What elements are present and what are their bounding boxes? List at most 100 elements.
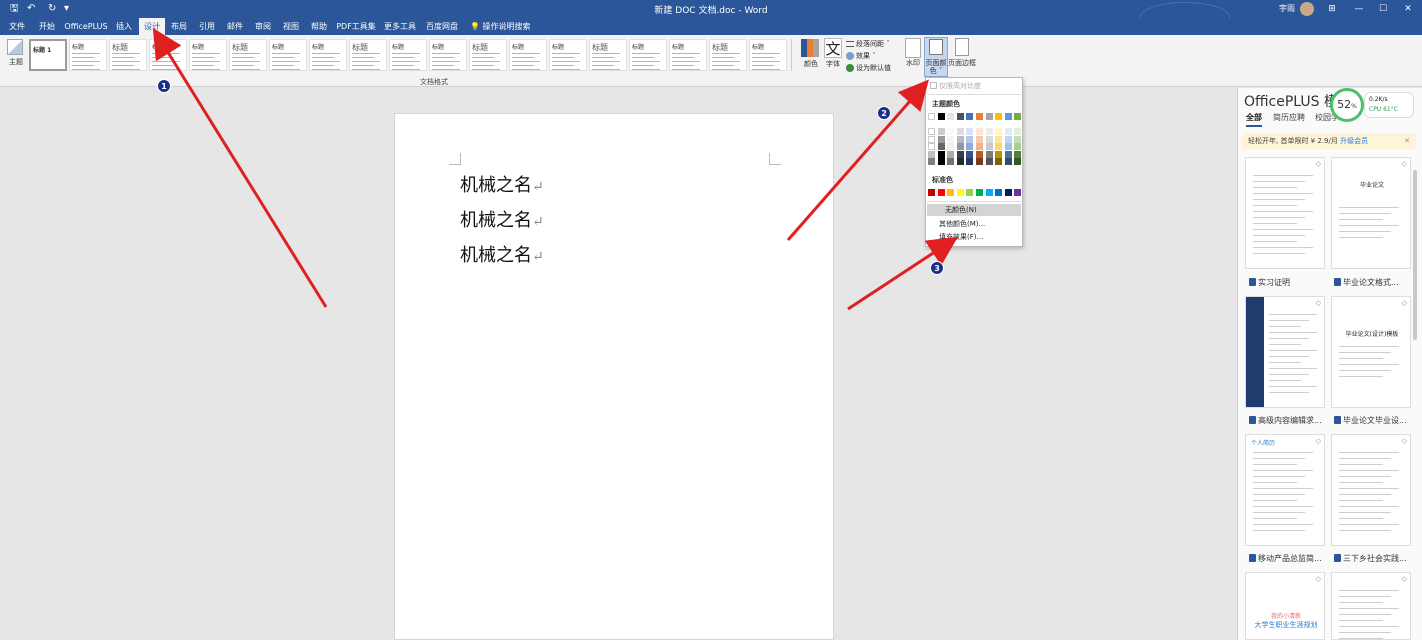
- color-swatch[interactable]: [956, 158, 964, 165]
- color-swatch[interactable]: [928, 143, 935, 150]
- more-colors-item[interactable]: 其他颜色(M)...: [927, 218, 1021, 230]
- tab-mailings[interactable]: 邮件: [223, 18, 247, 35]
- color-swatch[interactable]: [1004, 189, 1012, 196]
- style-set-thumb[interactable]: 标题: [109, 39, 147, 71]
- paragraph-spacing-button[interactable]: 段落间距 ˇ: [846, 39, 890, 49]
- minimize-icon[interactable]: —: [1352, 2, 1366, 16]
- color-swatch[interactable]: [956, 189, 964, 196]
- style-set-thumb[interactable]: 标题: [509, 39, 547, 71]
- style-set-thumb[interactable]: 标题: [269, 39, 307, 71]
- document-paragraph[interactable]: 机械之名↵: [460, 206, 544, 232]
- style-set-thumb[interactable]: 标题: [389, 39, 427, 71]
- style-set-thumb[interactable]: 标题: [149, 39, 187, 71]
- watermark-icon[interactable]: [905, 38, 921, 58]
- close-icon[interactable]: ✕: [1401, 2, 1415, 16]
- tab-layout[interactable]: 布局: [167, 18, 191, 35]
- tab-file[interactable]: 文件: [4, 18, 30, 35]
- tab-more-tools[interactable]: 更多工具: [382, 18, 418, 35]
- fill-effects-item[interactable]: 填充效果(F)...: [927, 231, 1021, 243]
- colors-icon[interactable]: [801, 39, 819, 57]
- color-swatch[interactable]: [995, 189, 1003, 196]
- tab-insert[interactable]: 插入: [112, 18, 136, 35]
- color-swatch[interactable]: [1014, 158, 1022, 165]
- color-swatch[interactable]: [985, 150, 993, 158]
- color-swatch[interactable]: [947, 158, 955, 165]
- color-swatch[interactable]: [928, 158, 935, 165]
- set-as-default-button[interactable]: 设为默认值: [846, 63, 891, 73]
- color-swatch[interactable]: [937, 158, 945, 165]
- style-set-thumb[interactable]: 标题: [429, 39, 467, 71]
- panel-scrollbar[interactable]: [1413, 170, 1417, 340]
- color-swatch[interactable]: [966, 143, 974, 150]
- color-swatch[interactable]: [956, 143, 964, 150]
- tab-review[interactable]: 审阅: [251, 18, 275, 35]
- style-set-thumb[interactable]: 标题 1: [29, 39, 67, 71]
- color-swatch[interactable]: [985, 128, 993, 135]
- promo-banner[interactable]: 轻松开年, 首单限时 ¥ 2.9/月 升级会员 ✕: [1242, 133, 1416, 149]
- template-card-label[interactable]: 毕业论文毕业设...: [1334, 415, 1418, 426]
- color-swatch[interactable]: [966, 113, 974, 120]
- color-swatch[interactable]: [1014, 143, 1022, 150]
- style-set-thumb[interactable]: 标题: [69, 39, 107, 71]
- color-swatch[interactable]: [956, 135, 964, 143]
- color-swatch[interactable]: [956, 113, 964, 120]
- color-swatch[interactable]: [1014, 150, 1022, 158]
- style-set-thumb[interactable]: 标题: [349, 39, 387, 71]
- color-swatch[interactable]: [937, 113, 945, 120]
- no-color-item[interactable]: 无颜色(N): [927, 204, 1021, 216]
- color-swatch[interactable]: [985, 135, 993, 143]
- tab-help[interactable]: 帮助: [307, 18, 331, 35]
- color-swatch[interactable]: [1004, 143, 1012, 150]
- template-card[interactable]: ◇ 我的小清新 大学生职业生涯规划: [1245, 572, 1325, 640]
- color-swatch[interactable]: [966, 158, 974, 165]
- color-swatch[interactable]: [976, 189, 983, 196]
- gallery-scroll[interactable]: [791, 39, 799, 71]
- maximize-icon[interactable]: ☐: [1376, 2, 1390, 16]
- tell-me-search[interactable]: 💡 操作说明搜索: [470, 18, 531, 35]
- template-card[interactable]: ◇: [1331, 572, 1411, 640]
- template-card-label[interactable]: 移动产品总监简...: [1249, 553, 1333, 564]
- color-swatch[interactable]: [928, 113, 935, 120]
- panel-tab-resume[interactable]: 简历应聘: [1273, 112, 1305, 123]
- watermark-button-label[interactable]: 水印: [903, 58, 923, 68]
- user-avatar[interactable]: [1300, 2, 1314, 16]
- color-swatch[interactable]: [985, 189, 993, 196]
- style-set-thumb[interactable]: 标题: [749, 39, 787, 71]
- color-swatch[interactable]: [928, 128, 935, 135]
- fonts-button-label[interactable]: 字体: [823, 59, 843, 69]
- color-swatch[interactable]: [985, 158, 993, 165]
- color-swatch[interactable]: [937, 143, 945, 150]
- color-swatch[interactable]: [976, 113, 983, 120]
- color-swatch[interactable]: [976, 128, 983, 135]
- color-swatch[interactable]: [966, 189, 974, 196]
- color-swatch[interactable]: [966, 150, 974, 158]
- page-borders-icon[interactable]: [955, 38, 969, 56]
- effects-button[interactable]: 效果 ˇ: [846, 51, 876, 61]
- tab-design[interactable]: 设计: [139, 18, 165, 35]
- tab-officeplus[interactable]: OfficePLUS: [64, 18, 108, 35]
- tab-baidu-netdisk[interactable]: 百度网盘: [424, 18, 460, 35]
- style-set-thumb[interactable]: 标题: [629, 39, 667, 71]
- color-swatch[interactable]: [995, 128, 1003, 135]
- color-swatch[interactable]: [1004, 135, 1012, 143]
- color-swatch[interactable]: [928, 135, 935, 143]
- colors-button-label[interactable]: 颜色: [801, 59, 821, 69]
- fonts-icon[interactable]: 文: [824, 38, 842, 58]
- tab-view[interactable]: 视图: [279, 18, 303, 35]
- color-swatch[interactable]: [937, 189, 945, 196]
- style-set-thumb[interactable]: 标题: [669, 39, 707, 71]
- color-swatch[interactable]: [956, 150, 964, 158]
- panel-tab-all[interactable]: 全部: [1246, 112, 1262, 127]
- color-swatch[interactable]: [1004, 113, 1012, 120]
- color-swatch[interactable]: [1004, 158, 1012, 165]
- tab-references[interactable]: 引用: [195, 18, 219, 35]
- color-swatch[interactable]: [937, 135, 945, 143]
- color-swatch[interactable]: [995, 150, 1003, 158]
- color-swatch[interactable]: [985, 113, 993, 120]
- color-swatch[interactable]: [1014, 189, 1022, 196]
- promo-close-icon[interactable]: ✕: [1404, 133, 1410, 149]
- style-set-thumb[interactable]: 标题: [589, 39, 627, 71]
- page-borders-label[interactable]: 页面边框: [947, 58, 977, 68]
- document-paragraph[interactable]: 机械之名↵: [460, 171, 544, 197]
- style-set-thumb[interactable]: 标题: [709, 39, 747, 71]
